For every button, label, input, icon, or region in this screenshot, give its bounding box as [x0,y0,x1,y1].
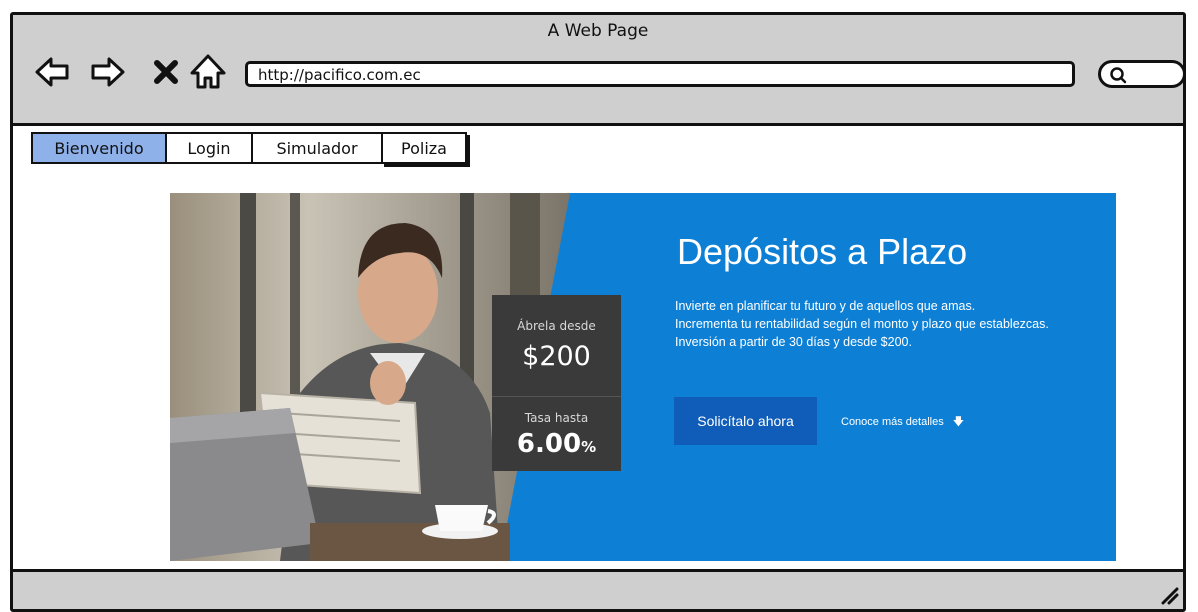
badge-label-min: Ábrela desde [517,319,596,333]
more-details-label: Conoce más detalles [841,416,944,428]
man-reading-newspaper-photo [170,193,570,561]
close-x-icon[interactable] [147,53,185,91]
url-bar[interactable]: http://pacifico.com.ec [245,61,1075,87]
tab-poliza[interactable]: Poliza [381,132,467,164]
hero-headline: Depósitos a Plazo [677,231,968,272]
rate-suffix: % [581,438,597,456]
browser-status-bar [13,569,1183,609]
window-title: A Web Page [547,21,649,41]
forward-arrow-icon[interactable] [89,53,127,91]
badge-label-rate: Tasa hasta [524,411,589,425]
tab-simulador[interactable]: Simulador [251,132,381,164]
arrow-down-icon: 🡇 [952,416,965,428]
search-field[interactable] [1098,60,1186,88]
browser-window: A Web Page http://pacifico.com.ec Bienve… [10,12,1186,612]
offer-badge: Ábrela desde $200 Tasa hasta 6.00% [492,295,621,471]
hero-desc-line-3: Inversión a partir de 30 días y desde $2… [675,335,912,349]
url-text: http://pacifico.com.ec [258,66,421,84]
search-icon [1110,67,1127,84]
home-icon[interactable] [189,53,227,91]
badge-value-rate: 6.00% [492,429,621,459]
resize-handle-icon[interactable] [1157,583,1179,605]
badge-divider [492,396,621,397]
hero-description: Invierte en planificar tu futuro y de aq… [675,297,1105,351]
browser-titlebar: A Web Page http://pacifico.com.ec [13,15,1186,126]
tab-bienvenido[interactable]: Bienvenido [31,132,165,164]
hero-desc-line-1: Invierte en planificar tu futuro y de aq… [675,299,976,313]
tab-login[interactable]: Login [165,132,251,164]
more-details-link[interactable]: Conoce más detalles 🡇 [841,413,964,432]
tab-bar: Bienvenido Login Simulador Poliza [31,132,467,164]
rate-number: 6.00 [516,429,582,459]
solicitalo-button[interactable]: Solicítalo ahora [674,397,817,445]
badge-value-min: $200 [522,341,591,372]
hero-desc-line-2: Incrementa tu rentabilidad según el mont… [675,317,1049,331]
hero-banner: Ábrela desde $200 Tasa hasta 6.00% Depós… [170,193,1116,561]
back-arrow-icon[interactable] [33,53,71,91]
